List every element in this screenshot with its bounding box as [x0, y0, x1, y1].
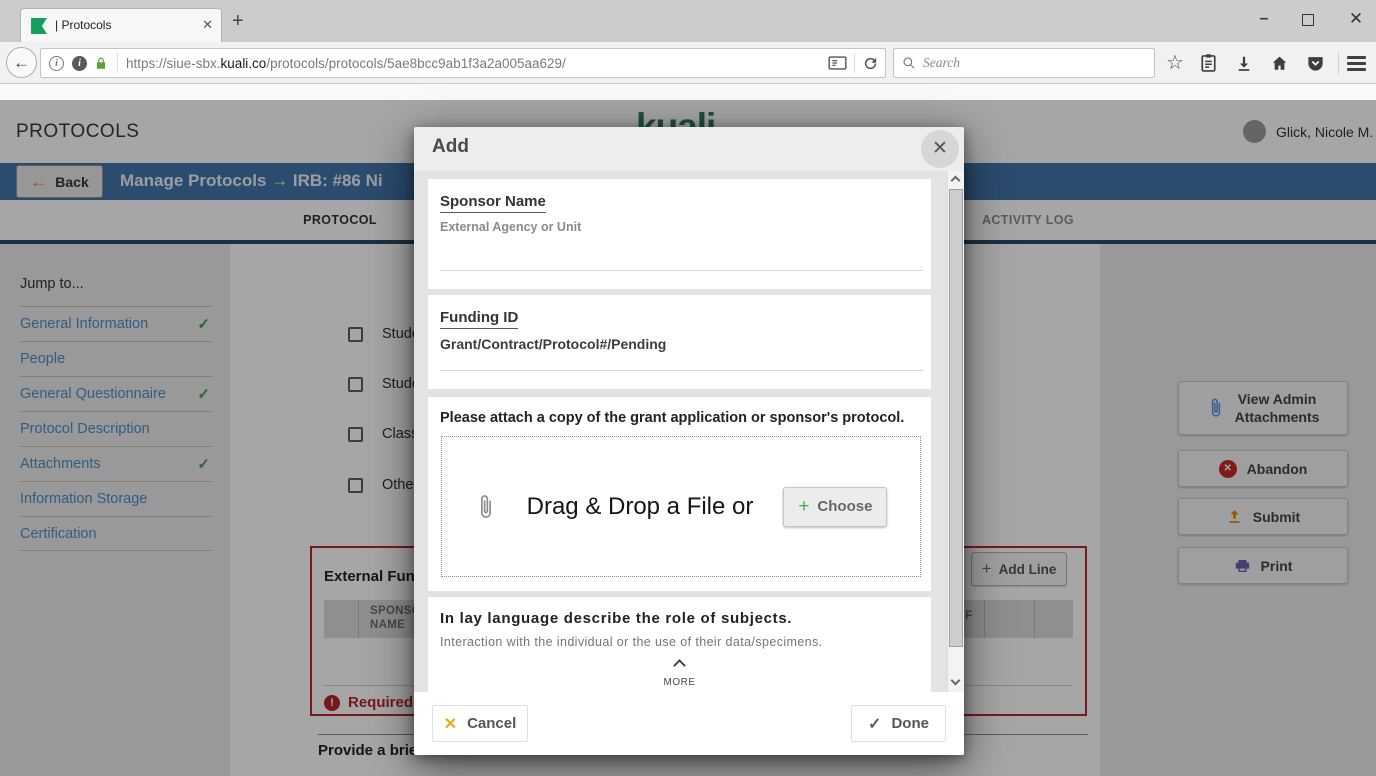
funding-id-hint: Grant/Contract/Protocol#/Pending	[440, 336, 931, 352]
reload-icon[interactable]	[862, 55, 879, 72]
downloads-icon[interactable]	[1233, 51, 1255, 75]
search-icon	[902, 56, 916, 70]
add-dialog: Add ✕ Sponsor Name External Agency or Un…	[414, 127, 964, 755]
add-dialog-body: Sponsor Name External Agency or Unit Fun…	[414, 171, 964, 692]
lay-language-label: In lay language describe the role of sub…	[440, 610, 931, 627]
funding-id-field: Funding ID Grant/Contract/Protocol#/Pend…	[428, 295, 931, 389]
search-placeholder: Search	[923, 55, 960, 71]
paperclip-icon	[475, 491, 497, 523]
attachment-field: Please attach a copy of the grant applic…	[428, 397, 931, 591]
url-separator	[117, 53, 118, 73]
dialog-scrollbar[interactable]	[947, 171, 964, 692]
window-minimize-button[interactable]: –	[1252, 0, 1276, 42]
browser-tab-protocols[interactable]: | Protocols ✕	[20, 8, 222, 42]
add-dialog-footer: ✕ Cancel ✓ Done	[414, 692, 964, 755]
attachment-label: Please attach a copy of the grant applic…	[440, 410, 931, 426]
menu-icon[interactable]	[1347, 56, 1366, 74]
done-button[interactable]: ✓ Done	[851, 705, 946, 742]
tab-close-icon[interactable]: ✕	[202, 9, 213, 41]
window-close-button[interactable]: ✕	[1344, 0, 1368, 42]
lay-language-hint: Interaction with the individual or the u…	[440, 635, 931, 649]
dropzone-text: Drag & Drop a File or	[527, 493, 754, 521]
bookmarks-clipboard-icon[interactable]	[1197, 51, 1219, 75]
funding-id-input[interactable]	[440, 370, 923, 371]
sponsor-name-label: Sponsor Name	[440, 193, 546, 213]
lay-language-field: In lay language describe the role of sub…	[428, 597, 931, 692]
url-domain: kuali.co	[221, 56, 267, 71]
more-expander[interactable]: MORE	[428, 657, 931, 688]
more-label: MORE	[428, 677, 931, 688]
screen: | Protocols ✕ + – ✕ ← i i https://siue-s…	[0, 0, 1376, 776]
home-icon[interactable]	[1268, 51, 1290, 75]
browser-toolbar: ← i i https://siue-sbx.kuali.co/protocol…	[0, 42, 1376, 84]
browser-titlebar: | Protocols ✕ + – ✕	[0, 0, 1376, 42]
toolbar-separator	[1338, 52, 1339, 74]
search-bar[interactable]: Search	[893, 48, 1155, 78]
scroll-up-icon[interactable]	[951, 176, 961, 186]
file-dropzone[interactable]: Drag & Drop a File or + Choose	[441, 436, 921, 577]
permissions-info-icon[interactable]: i	[72, 56, 87, 71]
chevron-up-icon	[673, 659, 686, 672]
scrollbar-thumb[interactable]	[949, 189, 963, 647]
tab-title: | Protocols	[55, 9, 111, 41]
plus-icon: +	[798, 496, 809, 518]
url-prefix: https://siue-sbx.	[126, 56, 221, 71]
done-check-icon: ✓	[868, 714, 881, 734]
funding-id-label: Funding ID	[440, 309, 518, 329]
url-bar[interactable]: i i https://siue-sbx.kuali.co/protocols/…	[40, 48, 886, 78]
page-top-strip	[0, 84, 1376, 100]
reader-mode-icon[interactable]	[828, 55, 847, 71]
https-lock-icon[interactable]	[94, 56, 108, 71]
dialog-title: Add	[432, 136, 469, 158]
cancel-x-icon: ✕	[444, 714, 457, 734]
window-maximize-button[interactable]	[1302, 14, 1314, 26]
page-info-icon[interactable]: i	[49, 56, 64, 71]
urlbar-separator	[854, 53, 855, 73]
cancel-button[interactable]: ✕ Cancel	[432, 705, 528, 742]
add-dialog-header: Add ✕	[414, 127, 964, 171]
sponsor-name-input[interactable]	[440, 270, 923, 271]
url-path: /protocols/protocols/5ae8bcc9ab1f3a2a005…	[266, 56, 565, 71]
scroll-down-icon[interactable]	[951, 676, 961, 686]
bookmark-star-icon[interactable]: ☆	[1164, 51, 1186, 75]
url-text[interactable]: https://siue-sbx.kuali.co/protocols/prot…	[126, 56, 566, 71]
sponsor-name-field: Sponsor Name External Agency or Unit	[428, 179, 931, 289]
dialog-close-button[interactable]: ✕	[921, 130, 959, 168]
sponsor-name-hint: External Agency or Unit	[440, 220, 931, 234]
choose-file-button[interactable]: + Choose	[783, 487, 887, 527]
new-tab-button[interactable]: +	[232, 4, 244, 38]
kuali-favicon-icon	[31, 18, 47, 34]
browser-back-button[interactable]: ←	[6, 47, 37, 78]
pocket-icon[interactable]	[1304, 51, 1326, 75]
